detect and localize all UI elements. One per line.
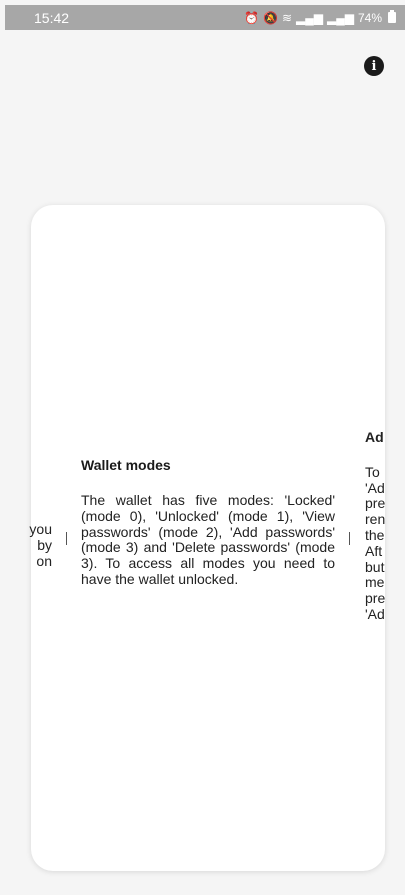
peek-line: pre [365, 495, 386, 512]
peek-line: you [29, 522, 52, 537]
peek-line: 'Ad [365, 605, 385, 622]
peek-line: pre [365, 590, 386, 607]
next-card-peek[interactable]: Ad To 'Ad pre ren the Aft but me pre 'Ad [365, 430, 405, 670]
peek-line: me [365, 574, 385, 591]
peek-line: by [37, 536, 52, 553]
status-time: 15:42 [34, 9, 70, 26]
peek-line: To [365, 463, 380, 480]
next-card-title: Ad [365, 430, 384, 445]
signal-icon: ▂▄▆ [327, 10, 354, 25]
peek-line: ren [365, 511, 386, 528]
carousel-divider [66, 532, 67, 545]
signal-icon: ▂▄▆ [296, 10, 323, 25]
battery-icon [388, 10, 396, 23]
peek-line: on [36, 552, 52, 569]
card-body: The wallet has five modes: 'Locked' (mod… [81, 492, 335, 587]
card-title: Wallet modes [81, 457, 171, 473]
status-bar: 15:42 ⏰ 🔕 ≋ ▂▄▆ ▂▄▆ 74% [5, 5, 405, 30]
peek-line: 'Ad [365, 479, 385, 496]
wifi-icon: ≋ [281, 10, 293, 25]
battery-percent: 74% [357, 10, 382, 25]
peek-line: Aft [365, 542, 383, 559]
status-icons: ⏰ 🔕 ≋ ▂▄▆ ▂▄▆ 74% [244, 10, 396, 25]
peek-line: the [365, 526, 385, 543]
info-icon[interactable]: i [364, 56, 384, 76]
mute-icon: 🔕 [263, 10, 278, 25]
previous-card-peek[interactable]: you by on [22, 522, 52, 569]
peek-line: but [365, 558, 385, 575]
carousel-divider [349, 532, 350, 545]
alarm-icon: ⏰ [244, 10, 260, 25]
